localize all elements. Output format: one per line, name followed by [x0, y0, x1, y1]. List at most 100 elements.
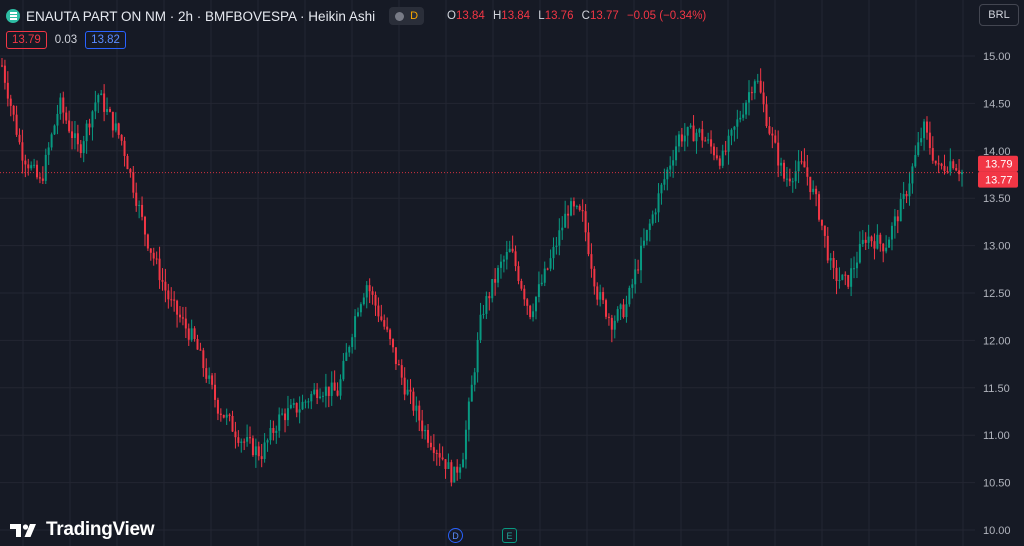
candle-body — [266, 440, 269, 443]
candle-body — [392, 339, 395, 348]
candle-body — [301, 401, 304, 410]
candle-body — [219, 413, 222, 415]
candle-body — [427, 429, 430, 443]
candle-body — [377, 305, 380, 317]
candle-body — [934, 160, 937, 164]
candle-body — [599, 292, 602, 300]
candle-body — [885, 247, 888, 252]
candle-body — [15, 114, 18, 135]
candle-body — [905, 194, 908, 197]
candle-body — [637, 269, 640, 271]
candle-body — [569, 201, 572, 216]
candle-body — [462, 459, 465, 468]
candle-body — [718, 158, 721, 166]
ohlc-values: O13.84 H13.84 L13.76 C13.77 −0.05 (−0.34… — [442, 10, 706, 22]
candle-body — [762, 92, 765, 105]
candle-body — [295, 403, 298, 413]
y-axis-tick-label: 10.50 — [983, 478, 1011, 490]
candle-body — [424, 429, 427, 432]
y-axis-tick-label: 11.00 — [983, 430, 1010, 442]
candle-body — [680, 134, 683, 142]
candle-body — [260, 456, 263, 459]
candle-body — [955, 168, 958, 171]
open-value: 13.84 — [456, 10, 485, 22]
candle-body — [313, 389, 316, 395]
candle-body — [815, 188, 818, 195]
candle-body — [750, 92, 753, 94]
chart-legend-header: ENAUTA PART ON NM · 2h · BMFBOVESPA · He… — [6, 6, 706, 26]
candle-body — [214, 384, 217, 400]
candle-body — [149, 248, 152, 253]
tradingview-logo-icon — [10, 523, 36, 537]
candle-body — [943, 165, 946, 171]
candle-body — [111, 111, 114, 131]
price-chart[interactable]: 15.0014.5014.0013.5013.0012.5012.0011.50… — [0, 0, 1024, 546]
vertical-gridlines — [22, 0, 964, 546]
candle-body — [453, 466, 456, 483]
candle-body — [286, 408, 289, 421]
candle-body — [712, 146, 715, 156]
candle-body — [587, 232, 590, 255]
candle-body — [607, 316, 610, 318]
buy-price-button[interactable]: 13.82 — [85, 31, 126, 49]
candle-body — [911, 166, 914, 184]
data-status-badge[interactable]: D — [389, 7, 425, 25]
candle-body — [602, 292, 605, 301]
candle-body — [844, 274, 847, 276]
symbol-title[interactable]: ENAUTA PART ON NM · 2h · BMFBOVESPA · He… — [26, 9, 375, 24]
candle-body — [316, 389, 319, 398]
candle-body — [371, 291, 374, 295]
candle-body — [540, 282, 543, 285]
candle-body — [908, 183, 911, 197]
candle-body — [21, 142, 24, 161]
candle-body — [920, 138, 923, 143]
horizontal-gridlines — [0, 55, 975, 531]
candle-body — [958, 170, 961, 175]
candle-body — [853, 268, 856, 270]
candle-body — [152, 252, 155, 259]
candle-body — [689, 125, 692, 128]
candle-body — [619, 304, 622, 310]
sell-price-button[interactable]: 13.79 — [6, 31, 47, 49]
candle-body — [249, 437, 252, 439]
candle-body — [176, 300, 179, 315]
candle-body — [882, 243, 885, 252]
earnings-event-marker[interactable]: E — [502, 528, 517, 543]
candle-body — [651, 214, 654, 224]
y-axis-tick-label: 15.00 — [983, 51, 1011, 63]
candle-body — [1, 65, 3, 67]
candle-body — [771, 133, 774, 136]
candle-body — [841, 274, 844, 280]
y-axis-tick-label: 13.00 — [983, 241, 1011, 253]
candle-body — [499, 261, 502, 268]
candle-body — [429, 442, 432, 448]
currency-button[interactable]: BRL — [979, 4, 1019, 26]
tradingview-logo[interactable]: TradingView — [10, 519, 155, 541]
candle-body — [669, 165, 672, 170]
candle-body — [368, 285, 371, 292]
candle-body — [949, 161, 952, 172]
dividend-event-marker[interactable]: D — [448, 528, 463, 543]
close-label: C — [581, 10, 590, 22]
candles-group — [1, 58, 963, 487]
candle-body — [181, 317, 184, 319]
candle-body — [68, 120, 71, 132]
candle-body — [33, 164, 36, 166]
candle-body — [333, 382, 336, 391]
candle-body — [190, 328, 193, 340]
candle-body — [765, 104, 768, 127]
candle-body — [756, 80, 759, 82]
candle-body — [211, 375, 214, 385]
candle-body — [397, 363, 400, 366]
candle-body — [76, 133, 79, 145]
candle-body — [108, 109, 111, 112]
candle-body — [415, 405, 418, 411]
candle-body — [225, 414, 228, 418]
candle-body — [85, 123, 88, 142]
candle-body — [97, 95, 100, 103]
candle-body — [272, 428, 275, 433]
candle-body — [24, 160, 27, 165]
candle-body — [549, 258, 552, 269]
candle-body — [6, 82, 9, 99]
price-axis: 15.0014.5014.0013.5013.0012.5012.0011.50… — [983, 51, 1011, 537]
